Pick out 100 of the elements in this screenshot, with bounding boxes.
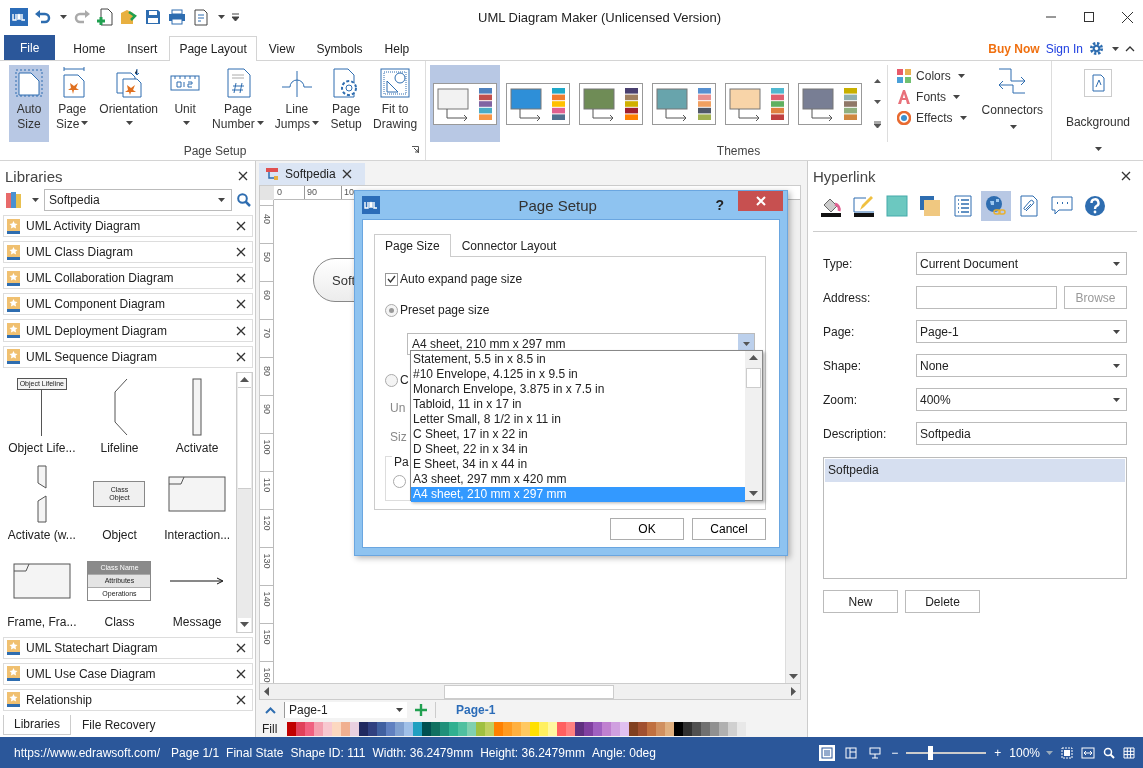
zoom-in-button[interactable]: +	[994, 745, 1002, 760]
theme-option-button[interactable]: Effects	[897, 111, 967, 125]
color-swatch[interactable]	[638, 721, 647, 736]
library-group[interactable]: UML Deployment Diagram	[3, 319, 253, 342]
globe-link-icon[interactable]	[985, 195, 1007, 217]
menu-tab[interactable]: Home	[63, 36, 116, 60]
color-swatch[interactable]	[413, 721, 422, 736]
color-swatch[interactable]	[494, 721, 503, 736]
color-swatch[interactable]	[467, 721, 476, 736]
color-swatch[interactable]	[629, 721, 638, 736]
dropdown-option[interactable]: A3 sheet, 297 mm x 420 mm	[411, 472, 745, 487]
library-group[interactable]: UML Statechart Diagram	[3, 636, 253, 659]
menu-tab[interactable]: File	[4, 35, 56, 60]
library-group[interactable]: Relationship	[3, 688, 253, 711]
color-swatch[interactable]	[647, 721, 656, 736]
close-button[interactable]	[738, 191, 783, 211]
connectors-button[interactable]: Connectors	[977, 65, 1047, 142]
page-dropdown[interactable]: Page-1	[284, 702, 407, 718]
color-swatch[interactable]	[350, 721, 359, 736]
page-tab[interactable]: Page-1	[435, 702, 502, 718]
horizontal-scrollbar[interactable]	[259, 684, 801, 700]
frame-shape-drawing[interactable]	[168, 475, 227, 512]
ribbon-button[interactable]: Page Number	[208, 65, 268, 142]
help-button[interactable]: ?	[715, 197, 724, 213]
color-swatch[interactable]	[512, 721, 521, 736]
fit-page-icon[interactable]	[1061, 746, 1073, 759]
theme-option-button[interactable]: Fonts	[897, 90, 967, 104]
color-swatch[interactable]	[323, 721, 332, 736]
color-swatch[interactable]	[485, 721, 494, 736]
ribbon-button[interactable]: Line Jumps	[270, 65, 324, 142]
dropdown-option[interactable]: Letter Small, 8 1/2 in x 11 in	[411, 412, 745, 427]
input-field[interactable]	[916, 286, 1057, 309]
dropdown-option[interactable]: C Sheet, 17 in x 22 in	[411, 427, 745, 442]
close-icon[interactable]	[1122, 11, 1133, 23]
zoom-out-button[interactable]: −	[891, 745, 899, 760]
library-dropdown[interactable]: Softpedia	[44, 189, 232, 212]
checkbox[interactable]	[385, 272, 398, 286]
scroll-up-icon[interactable]	[240, 377, 249, 383]
color-swatch[interactable]	[395, 721, 404, 736]
library-group[interactable]: UML Component Diagram	[3, 293, 253, 316]
close-icon[interactable]	[236, 325, 246, 336]
color-swatch[interactable]	[593, 721, 602, 736]
dropdown-option[interactable]: Statement, 5.5 in x 8.5 in	[411, 352, 745, 367]
close-icon[interactable]	[236, 221, 246, 232]
color-swatch[interactable]	[422, 721, 431, 736]
radio-button[interactable]	[385, 303, 398, 317]
pencil-line-icon[interactable]	[853, 195, 875, 217]
close-icon[interactable]	[238, 171, 248, 182]
scroll-down-icon[interactable]	[874, 100, 882, 104]
scroll-thumb[interactable]	[444, 684, 614, 699]
ribbon-button[interactable]: Page Setup	[326, 65, 367, 142]
printer-icon[interactable]	[168, 9, 186, 25]
close-icon[interactable]	[236, 299, 246, 310]
color-swatch[interactable]	[656, 721, 665, 736]
bar-shape-drawing[interactable]	[192, 377, 203, 436]
scroll-down-icon[interactable]	[749, 491, 758, 496]
ribbon-button[interactable]: Page Size	[52, 65, 93, 142]
new-page-icon[interactable]	[97, 8, 113, 26]
close-icon[interactable]	[341, 169, 352, 179]
color-swatch[interactable]	[449, 721, 458, 736]
dropdown-field[interactable]: Page-1	[916, 320, 1127, 343]
attachment-icon[interactable]	[1018, 195, 1040, 217]
color-swatch[interactable]	[521, 721, 530, 736]
arrow-shape-drawing[interactable]	[170, 576, 225, 585]
collapse-icon[interactable]	[1125, 45, 1135, 52]
settings-icon[interactable]	[1089, 41, 1104, 56]
list-icon[interactable]	[952, 195, 974, 217]
redo-icon[interactable]	[74, 10, 90, 24]
maximize-icon[interactable]	[1084, 12, 1094, 22]
view-button[interactable]	[867, 744, 884, 761]
color-swatch[interactable]	[503, 721, 512, 736]
dropdown-field[interactable]: Current Document	[916, 252, 1127, 275]
close-icon[interactable]	[236, 247, 246, 258]
color-swatch[interactable]	[701, 721, 710, 736]
color-swatch[interactable]	[287, 721, 296, 736]
close-icon[interactable]	[236, 642, 246, 653]
help-icon[interactable]	[1084, 195, 1106, 217]
theme-option-button[interactable]: Colors	[897, 69, 967, 83]
color-swatch[interactable]	[386, 721, 395, 736]
color-swatch[interactable]	[710, 721, 719, 736]
close-icon[interactable]	[1121, 171, 1131, 181]
menu-tab[interactable]: Page Layout	[169, 36, 257, 61]
scroll-thumb[interactable]	[238, 386, 251, 489]
library-group[interactable]: UML Sequence Diagram	[3, 345, 253, 368]
color-swatch[interactable]	[737, 721, 746, 736]
color-swatch[interactable]	[314, 721, 323, 736]
library-group[interactable]: UML Collaboration Diagram	[3, 267, 253, 290]
color-swatch[interactable]	[674, 721, 683, 736]
dropdown-option[interactable]: E Sheet, 34 in x 44 in	[411, 457, 745, 472]
color-swatch[interactable]	[539, 721, 548, 736]
library-group[interactable]: UML Activity Diagram	[3, 215, 253, 238]
menu-tab[interactable]: View	[258, 36, 305, 60]
color-swatch[interactable]	[296, 721, 305, 736]
close-icon[interactable]	[236, 668, 246, 679]
zoom-dropdown[interactable]: 100%	[1009, 745, 1053, 760]
view-button[interactable]	[819, 744, 836, 761]
list-item[interactable]: Softpedia	[825, 459, 1125, 482]
undo-icon[interactable]	[35, 10, 51, 24]
split-bar-shape-drawing[interactable]	[35, 464, 48, 523]
color-swatch[interactable]	[431, 721, 440, 736]
